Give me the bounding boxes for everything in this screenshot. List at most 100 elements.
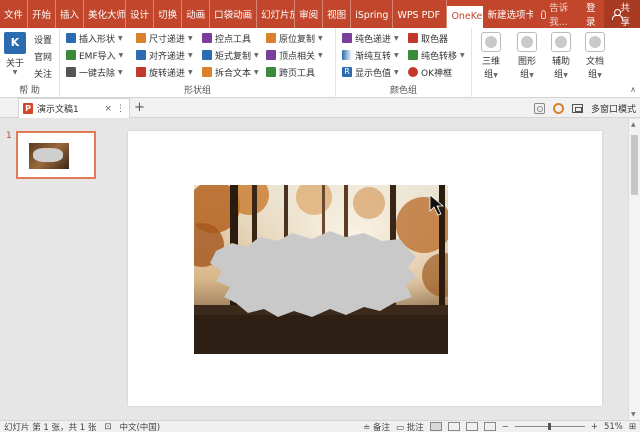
cross-page-tool-button[interactable]: 跨页工具	[266, 65, 315, 79]
rotate-step-label: 旋转递进	[149, 68, 186, 79]
rgb-icon: R	[342, 67, 352, 77]
insert-shape-button[interactable]: 插入形状 ▼	[66, 31, 123, 45]
tab-design[interactable]: 设计	[126, 0, 155, 28]
chevron-down-icon: ▼	[394, 68, 399, 76]
tab-onekey[interactable]: OneKey	[447, 6, 484, 28]
pure-transfer-label: 纯色转移	[421, 51, 458, 62]
tab-animation[interactable]: 动画	[182, 0, 211, 28]
chevron-down-icon: ▼	[188, 34, 193, 42]
zoom-level[interactable]: 51%	[604, 422, 623, 432]
original-copy-button[interactable]: 原位复制 ▼	[266, 31, 323, 45]
tell-me-box[interactable]: 告诉我...	[533, 0, 578, 28]
color-picker-button[interactable]: 取色器	[408, 31, 448, 45]
color-group-label: 颜色组	[389, 86, 417, 96]
size-step-button[interactable]: 尺寸递进 ▼	[136, 31, 193, 45]
3d-sub-text: 组	[484, 70, 494, 80]
tab-ispring[interactable]: iSpring	[351, 0, 394, 28]
rotate-icon	[136, 67, 146, 77]
eraser-icon	[66, 67, 76, 77]
forest-photo[interactable]	[194, 185, 448, 354]
zoom-out-button[interactable]: −	[502, 422, 509, 432]
comments-button[interactable]: ▭ 批注	[396, 421, 424, 432]
graphic-group-label: 图形	[517, 57, 536, 67]
tab-menu-icon[interactable]: ⋮	[116, 104, 125, 114]
tab-transition[interactable]: 切换	[154, 0, 183, 28]
ok-frame-icon	[408, 67, 418, 77]
chevron-down-icon: ▼	[254, 68, 259, 76]
split-text-button[interactable]: 拆合文本 ▼	[202, 65, 259, 79]
scroll-thumb[interactable]	[631, 135, 638, 195]
tab-file[interactable]: 文件	[0, 0, 29, 28]
gear-icon[interactable]	[552, 102, 564, 114]
point-tool-button[interactable]: 控点工具	[202, 31, 251, 45]
zoom-slider-knob[interactable]	[547, 423, 551, 430]
align-step-button[interactable]: 对齐递进 ▼	[136, 48, 193, 62]
pure-color-step-button[interactable]: 纯色递进 ▼	[342, 31, 399, 45]
3d-group-button[interactable]: 三维 组▼	[478, 32, 504, 80]
gradient-swap-button[interactable]: 渐纯互转 ▼	[342, 48, 399, 62]
tab-view[interactable]: 视图	[323, 0, 352, 28]
scroll-up-icon[interactable]: ▲	[631, 121, 636, 128]
chevron-down-icon: ▼	[188, 51, 193, 59]
chevron-down-icon: ▼	[563, 72, 568, 79]
tab-beautify-master[interactable]: 美化大师	[84, 0, 127, 28]
reading-view-button[interactable]	[465, 422, 478, 431]
normal-view-button[interactable]	[429, 422, 442, 431]
tab-insert[interactable]: 插入	[56, 0, 85, 28]
notes-label: 备注	[372, 422, 390, 432]
zoom-in-button[interactable]: +	[591, 422, 598, 432]
website-button[interactable]: 官网	[34, 49, 52, 63]
settings-button[interactable]: 设置	[34, 32, 52, 46]
assist-group-button[interactable]: 辅助 组▼	[548, 32, 574, 80]
ok-frame-button[interactable]: OK神框	[408, 65, 452, 79]
graphic-group-button[interactable]: 图形 组▼	[514, 32, 540, 80]
one-key-remove-button[interactable]: 一键去除 ▼	[66, 65, 123, 79]
vertical-scrollbar[interactable]: ▲ ▼	[628, 119, 640, 420]
login-button[interactable]: 登录	[578, 0, 604, 28]
collapse-ribbon-icon[interactable]: ∧	[630, 85, 636, 94]
zoom-tool-icon[interactable]	[533, 102, 545, 114]
pure-color-transfer-button[interactable]: 纯色转移 ▼	[408, 48, 465, 62]
chevron-down-icon: ▼	[460, 51, 465, 59]
slide-canvas[interactable]	[128, 131, 602, 406]
new-tab-button[interactable]: +	[134, 100, 145, 116]
help-group-label: 帮 助	[19, 86, 40, 96]
spellcheck-icon[interactable]: ⊡	[100, 422, 115, 432]
thumbnail-blob	[33, 148, 63, 162]
emf-import-button[interactable]: EMF导入 ▼	[66, 48, 123, 62]
status-bar: 幻灯片 第 1 张，共 1 张 ⊡ 中文(中国) ≐ 备注 ▭ 批注 − + 5…	[0, 420, 640, 432]
graphic-sub-text: 组	[520, 70, 530, 80]
tab-pocket-animation[interactable]: 口袋动画	[210, 0, 258, 28]
tab-home[interactable]: 开始	[28, 0, 57, 28]
follow-button[interactable]: 关注	[34, 66, 52, 80]
close-tab-icon[interactable]: ×	[104, 104, 112, 114]
language-status[interactable]: 中文(中国)	[115, 421, 164, 432]
show-color-value-button[interactable]: R 显示色值 ▼	[342, 65, 399, 79]
matrix-copy-button[interactable]: 矩式复制 ▼	[202, 48, 259, 62]
tab-wps-pdf[interactable]: WPS PDF	[393, 0, 448, 28]
zoom-slider[interactable]	[514, 423, 585, 430]
share-button[interactable]: 共享	[603, 0, 640, 28]
slideshow-view-button[interactable]	[483, 422, 496, 431]
3d-group-sub: 组▼	[478, 67, 504, 80]
powerpoint-icon: P	[23, 103, 33, 114]
vertex-related-button[interactable]: 顶点相关 ▼	[266, 48, 323, 62]
scroll-down-icon[interactable]: ▼	[631, 411, 636, 418]
notes-button[interactable]: ≐ 备注	[363, 421, 390, 432]
document-group-button[interactable]: 文档 组▼	[582, 32, 608, 80]
chevron-down-icon: ▼	[493, 72, 498, 79]
tab-new-tab[interactable]: 新建选项卡	[483, 0, 533, 28]
onekey-logo-icon: K	[4, 32, 26, 54]
document-tab[interactable]: P 演示文稿1 × ⋮	[18, 98, 130, 118]
slide-thumbnail[interactable]	[16, 131, 96, 179]
tab-review[interactable]: 审阅	[295, 0, 324, 28]
about-button[interactable]: K 关于 ▼	[3, 32, 27, 76]
rotate-step-button[interactable]: 旋转递进 ▼	[136, 65, 193, 79]
slide-sorter-view-button[interactable]	[447, 422, 460, 431]
chevron-down-icon: ▼	[597, 72, 602, 79]
document-icon	[585, 32, 605, 52]
tab-slideshow[interactable]: 幻灯片放映	[257, 0, 296, 28]
person-icon	[611, 9, 623, 20]
multi-window-mode-button[interactable]: 多窗口模式	[591, 102, 636, 115]
fit-to-window-icon[interactable]: ⊞	[629, 422, 636, 432]
